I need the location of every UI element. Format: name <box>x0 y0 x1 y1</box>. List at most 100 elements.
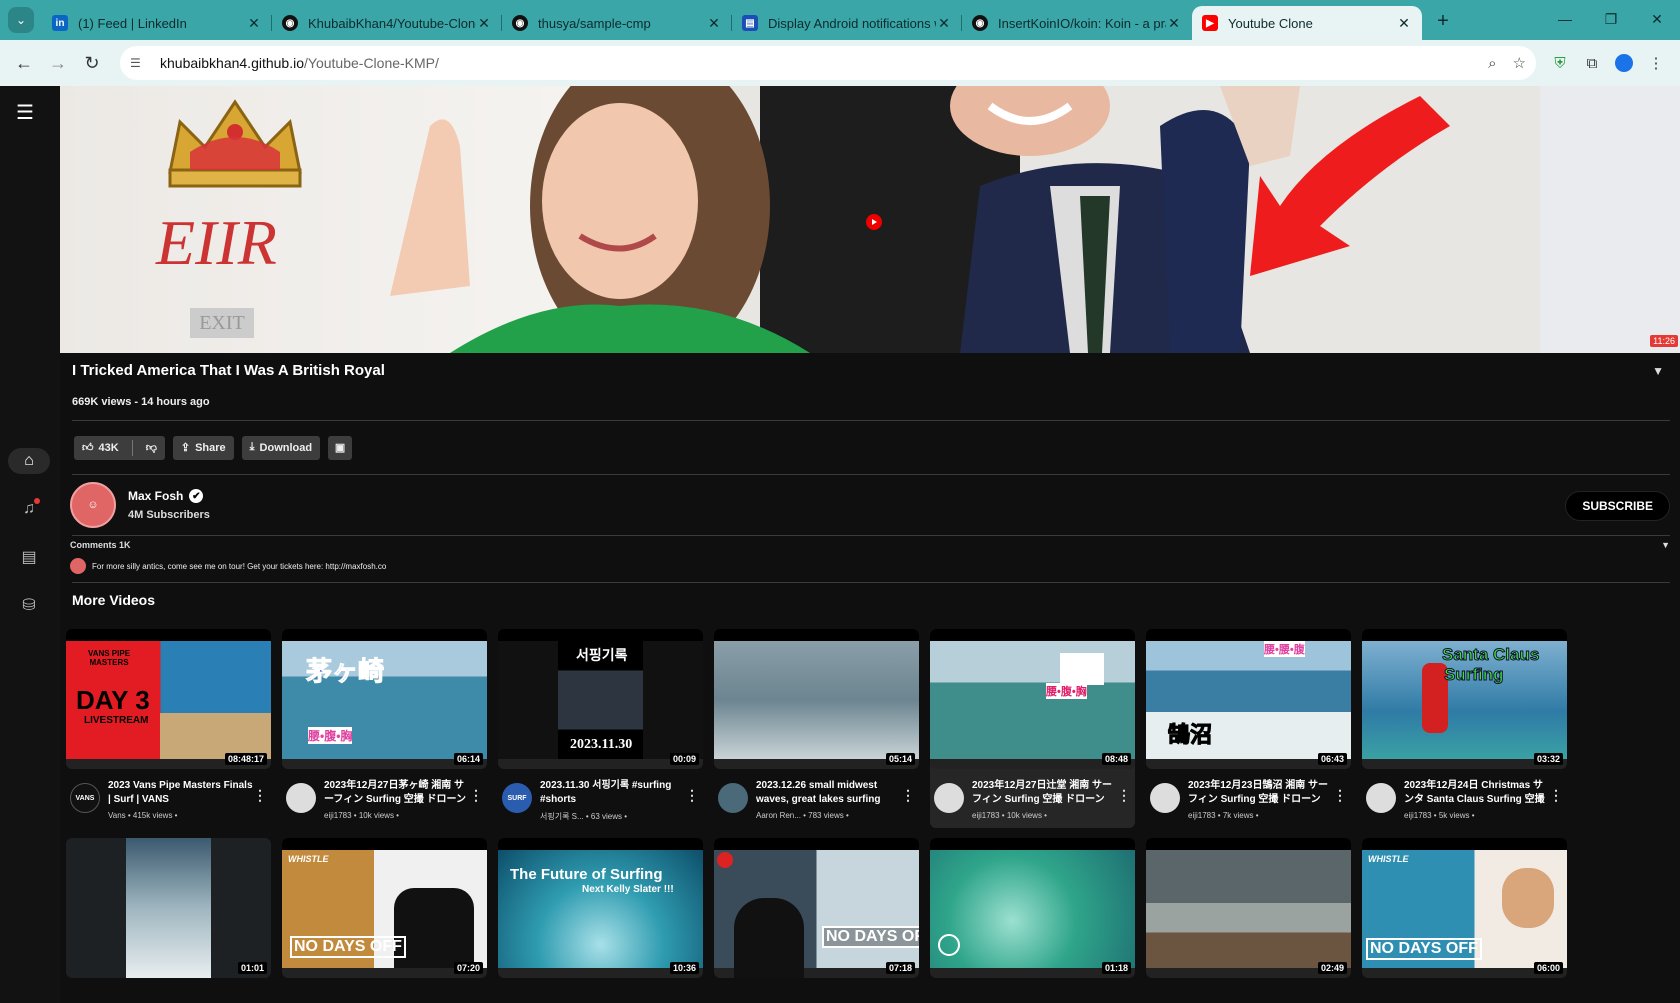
video-thumbnail[interactable]: 05:14 <box>714 629 919 769</box>
close-tab-icon[interactable]: ✕ <box>936 15 952 32</box>
video-thumbnail[interactable]: WHISTLE NO DAYS OFF 06:00 <box>1362 838 1567 978</box>
close-tab-icon[interactable]: ✕ <box>246 15 262 32</box>
video-card[interactable]: The Future of Surfing Next Kelly Slater … <box>498 838 703 978</box>
shield-extension-icon[interactable]: ⛨ <box>1544 47 1576 79</box>
like-button[interactable]: 👍︎ 43K <box>74 436 127 460</box>
channel-avatar[interactable] <box>286 783 316 813</box>
video-thumbnail[interactable]: 辻堂 腰•腹•胸 08:48 <box>930 629 1135 769</box>
comments-section[interactable]: Comments 1K ▼ For more silly antics, come… <box>60 536 1680 574</box>
browser-tab[interactable]: ▤ Display Android notifications w ✕ <box>732 6 962 40</box>
more-options-icon[interactable]: ⋮ <box>685 787 699 822</box>
card-subtitle: eiji1783 • 5k views • <box>1404 811 1475 820</box>
browser-tab[interactable]: ◉ thusya/sample-cmp ✕ <box>502 6 732 40</box>
video-thumbnail[interactable]: 01:01 <box>66 838 271 978</box>
duration-badge: 00:09 <box>669 753 699 765</box>
video-thumbnail[interactable]: 腰•腰•腹 鵠沼 06:43 <box>1146 629 1351 769</box>
duration-badge: 06:14 <box>453 753 483 765</box>
video-card[interactable]: 01:01 <box>66 838 271 978</box>
more-options-icon[interactable]: ⋮ <box>1333 787 1347 820</box>
expand-description-icon[interactable]: ▼ <box>1652 364 1664 378</box>
browser-menu-icon[interactable]: ⋮ <box>1640 47 1672 79</box>
address-bar[interactable]: ☰ khubaibkhan4.github.io/Youtube-Clone-K… <box>120 46 1536 80</box>
video-thumbnail[interactable]: Santa Claus Surfing 03:32 <box>1362 629 1567 769</box>
save-button[interactable]: ▣ <box>328 435 353 460</box>
video-thumbnail[interactable]: 서핑기록 2023.11.30 00:09 <box>498 629 703 769</box>
browser-tab-active[interactable]: ▶ Youtube Clone ✕ <box>1192 6 1422 40</box>
subscriptions-icon[interactable]: ▤ <box>8 544 50 570</box>
video-card[interactable]: VANS PIPE MASTERS DAY 3 LIVESTREAM 08:48… <box>66 629 271 828</box>
video-card[interactable]: 01:18 <box>930 838 1135 978</box>
close-tab-icon[interactable]: ✕ <box>476 15 492 32</box>
tab-search-icon[interactable]: ⌄ <box>8 7 34 33</box>
back-icon[interactable]: ← <box>8 47 40 79</box>
thumb-caption: Next Kelly Slater !!! <box>582 884 674 895</box>
linkedin-icon: in <box>52 15 68 31</box>
card-subtitle: Vans • 415k views • <box>108 811 178 820</box>
close-tab-icon[interactable]: ✕ <box>1396 15 1412 32</box>
browser-tab[interactable]: in (1) Feed | LinkedIn ✕ <box>42 6 272 40</box>
channel-avatar[interactable]: VANS <box>70 783 100 813</box>
browser-tab[interactable]: ◉ KhubaibKhan4/Youtube-Clone- ✕ <box>272 6 502 40</box>
channel-avatar[interactable] <box>1150 783 1180 813</box>
channel-avatar[interactable] <box>934 783 964 813</box>
channel-name[interactable]: Max Fosh <box>128 489 183 503</box>
video-thumbnail[interactable]: 02:49 <box>1146 838 1351 978</box>
library-icon[interactable]: ⛁ <box>8 592 50 618</box>
more-options-icon[interactable]: ⋮ <box>1549 787 1563 820</box>
hamburger-menu-icon[interactable]: ☰ <box>16 100 34 125</box>
close-tab-icon[interactable]: ✕ <box>1166 15 1182 32</box>
video-thumbnail[interactable]: NO DAYS OFF 07:18 <box>714 838 919 978</box>
new-tab-icon[interactable]: + <box>1428 6 1458 36</box>
video-card[interactable]: 02:49 <box>1146 838 1351 978</box>
dislike-button[interactable]: 👎︎ <box>138 436 165 460</box>
site-settings-icon[interactable]: ☰ <box>130 56 150 70</box>
video-card[interactable]: 서핑기록 2023.11.30 00:09 SURF 2023.11.30 서핑… <box>498 629 703 828</box>
video-thumbnail[interactable]: VANS PIPE MASTERS DAY 3 LIVESTREAM 08:48… <box>66 629 271 769</box>
restore-icon[interactable]: ❐ <box>1588 0 1634 38</box>
thumbs-up-icon: 👍︎ <box>82 442 94 454</box>
reload-icon[interactable]: ↻ <box>76 47 108 79</box>
video-thumbnail[interactable]: 茅ヶ崎 腰•腹•胸 06:14 <box>282 629 487 769</box>
home-icon[interactable]: ⌂ <box>8 448 50 474</box>
forward-icon[interactable]: → <box>42 47 74 79</box>
download-button[interactable]: ⤓ Download <box>241 435 321 460</box>
play-icon[interactable] <box>866 214 882 230</box>
video-thumbnail[interactable]: The Future of Surfing Next Kelly Slater … <box>498 838 703 978</box>
video-card[interactable]: 茅ヶ崎 腰•腹•胸 06:14 2023年12月27日茅ヶ崎 湘南 サーフィン … <box>282 629 487 828</box>
channel-avatar[interactable]: SURF <box>502 783 532 813</box>
video-card[interactable]: 辻堂 腰•腹•胸 08:48 2023年12月27日辻堂 湘南 サーフィン Su… <box>930 629 1135 828</box>
more-options-icon[interactable]: ⋮ <box>901 787 915 820</box>
commenter-avatar <box>70 558 86 574</box>
card-subtitle: eiji1783 • 10k views • <box>972 811 1047 820</box>
thumb-caption: LIVESTREAM <box>84 715 149 726</box>
subscribe-button[interactable]: SUBSCRIBE <box>1565 491 1670 521</box>
duration-badge: 06:00 <box>1533 962 1563 974</box>
video-card[interactable]: WHISTLE NO DAYS OFF 07:20 <box>282 838 487 978</box>
video-player[interactable]: EIIR EXIT 11:26 <box>60 86 1680 353</box>
video-card[interactable]: WHISTLE NO DAYS OFF 06:00 <box>1362 838 1567 978</box>
expand-comments-icon[interactable]: ▼ <box>1661 540 1670 550</box>
close-tab-icon[interactable]: ✕ <box>706 15 722 32</box>
channel-avatar[interactable]: ☺ <box>70 482 116 528</box>
shorts-icon[interactable]: ♫ <box>8 496 50 522</box>
share-button[interactable]: ⇪ Share <box>172 435 234 460</box>
browser-tab[interactable]: ◉ InsertKoinIO/koin: Koin - a prag ✕ <box>962 6 1192 40</box>
video-card[interactable]: 腰•腰•腹 鵠沼 06:43 2023年12月23日鵠沼 湘南 サーフィン Su… <box>1146 629 1351 828</box>
zoom-icon[interactable]: ⌕ <box>1488 55 1496 72</box>
video-card[interactable]: NO DAYS OFF 07:18 <box>714 838 919 978</box>
video-card[interactable]: Santa Claus Surfing 03:32 2023年12月24日 Ch… <box>1362 629 1567 828</box>
close-window-icon[interactable]: ✕ <box>1634 0 1680 38</box>
extensions-puzzle-icon[interactable]: ⧉ <box>1576 47 1608 79</box>
video-thumbnail[interactable]: WHISTLE NO DAYS OFF 07:20 <box>282 838 487 978</box>
profile-avatar-icon[interactable] <box>1608 47 1640 79</box>
channel-avatar[interactable] <box>1366 783 1396 813</box>
thumb-caption: 腰•腹•胸 <box>308 727 353 744</box>
channel-avatar[interactable] <box>718 783 748 813</box>
more-options-icon[interactable]: ⋮ <box>1117 787 1131 820</box>
bookmark-star-icon[interactable]: ☆ <box>1513 54 1526 72</box>
minimize-icon[interactable]: — <box>1542 0 1588 38</box>
video-card[interactable]: 05:14 2023.12.26 small midwest waves, gr… <box>714 629 919 828</box>
more-options-icon[interactable]: ⋮ <box>253 787 267 820</box>
more-options-icon[interactable]: ⋮ <box>469 787 483 820</box>
video-thumbnail[interactable]: 01:18 <box>930 838 1135 978</box>
